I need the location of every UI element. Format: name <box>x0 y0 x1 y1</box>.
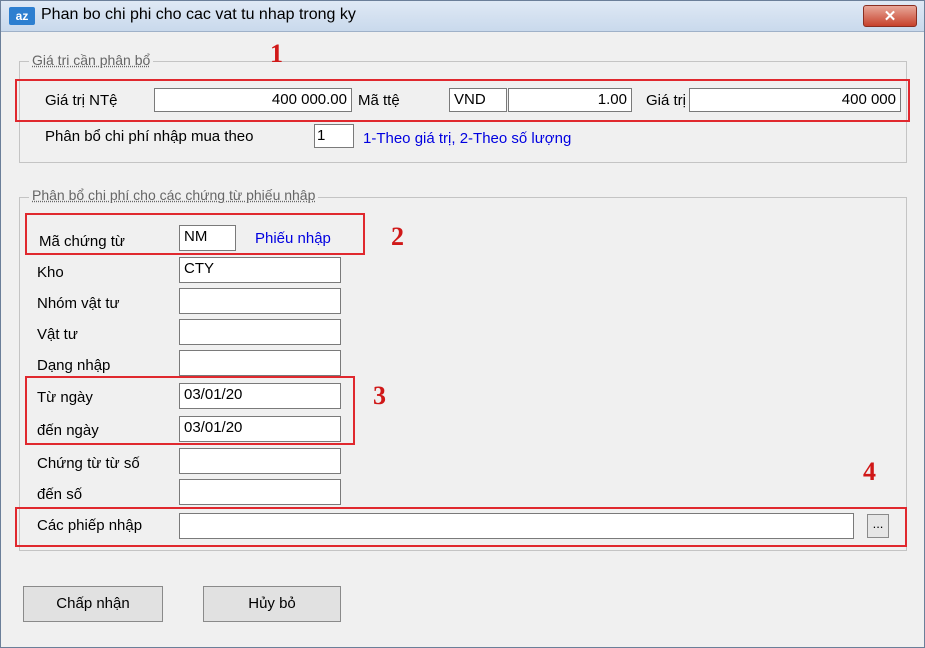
kho-label: Kho <box>37 264 64 281</box>
app-logo-icon: az <box>9 7 35 25</box>
dialog-window: az Phan bo chi phi cho cac vat tu nhap t… <box>0 0 925 648</box>
den-so-field[interactable] <box>179 479 341 505</box>
phan-bo-theo-field[interactable]: 1 <box>314 124 354 148</box>
accept-button[interactable]: Chấp nhận <box>23 586 163 622</box>
chung-tu-tu-so-label: Chứng từ từ số <box>37 455 140 472</box>
dang-nhap-field[interactable] <box>179 350 341 376</box>
window-title: Phan bo chi phi cho cac vat tu nhap tron… <box>41 6 356 23</box>
annotation-number-3: 3 <box>373 381 386 410</box>
annotation-number-2: 2 <box>391 222 404 251</box>
chung-tu-tu-so-field[interactable] <box>179 448 341 474</box>
den-so-label: đến số <box>37 486 83 503</box>
vat-tu-field[interactable] <box>179 319 341 345</box>
nhom-vat-tu-field[interactable] <box>179 288 341 314</box>
annotation-box-1 <box>15 79 910 122</box>
kho-field[interactable]: CTY <box>179 257 341 283</box>
value-to-allocate-legend: Giá trị cần phân bổ <box>29 52 154 68</box>
vat-tu-label: Vật tư <box>37 326 78 343</box>
annotation-number-1: 1 <box>270 39 283 68</box>
nhom-vat-tu-label: Nhóm vật tư <box>37 295 120 312</box>
annotation-box-2 <box>25 213 365 255</box>
close-button[interactable]: ✕ <box>863 5 917 27</box>
annotation-box-3 <box>25 376 355 445</box>
title-bar[interactable]: az Phan bo chi phi cho cac vat tu nhap t… <box>1 1 924 32</box>
annotation-number-4: 4 <box>863 457 876 486</box>
allocate-vouchers-legend: Phân bổ chi phí cho các chứng từ phiếu n… <box>29 187 319 203</box>
dang-nhap-label: Dạng nhập <box>37 357 111 374</box>
phan-bo-theo-label: Phân bổ chi phí nhập mua theo <box>45 128 254 145</box>
phan-bo-theo-hint: 1-Theo giá trị, 2-Theo số lượng <box>363 130 572 147</box>
annotation-box-4 <box>15 507 907 547</box>
cancel-button[interactable]: Hủy bỏ <box>203 586 341 622</box>
